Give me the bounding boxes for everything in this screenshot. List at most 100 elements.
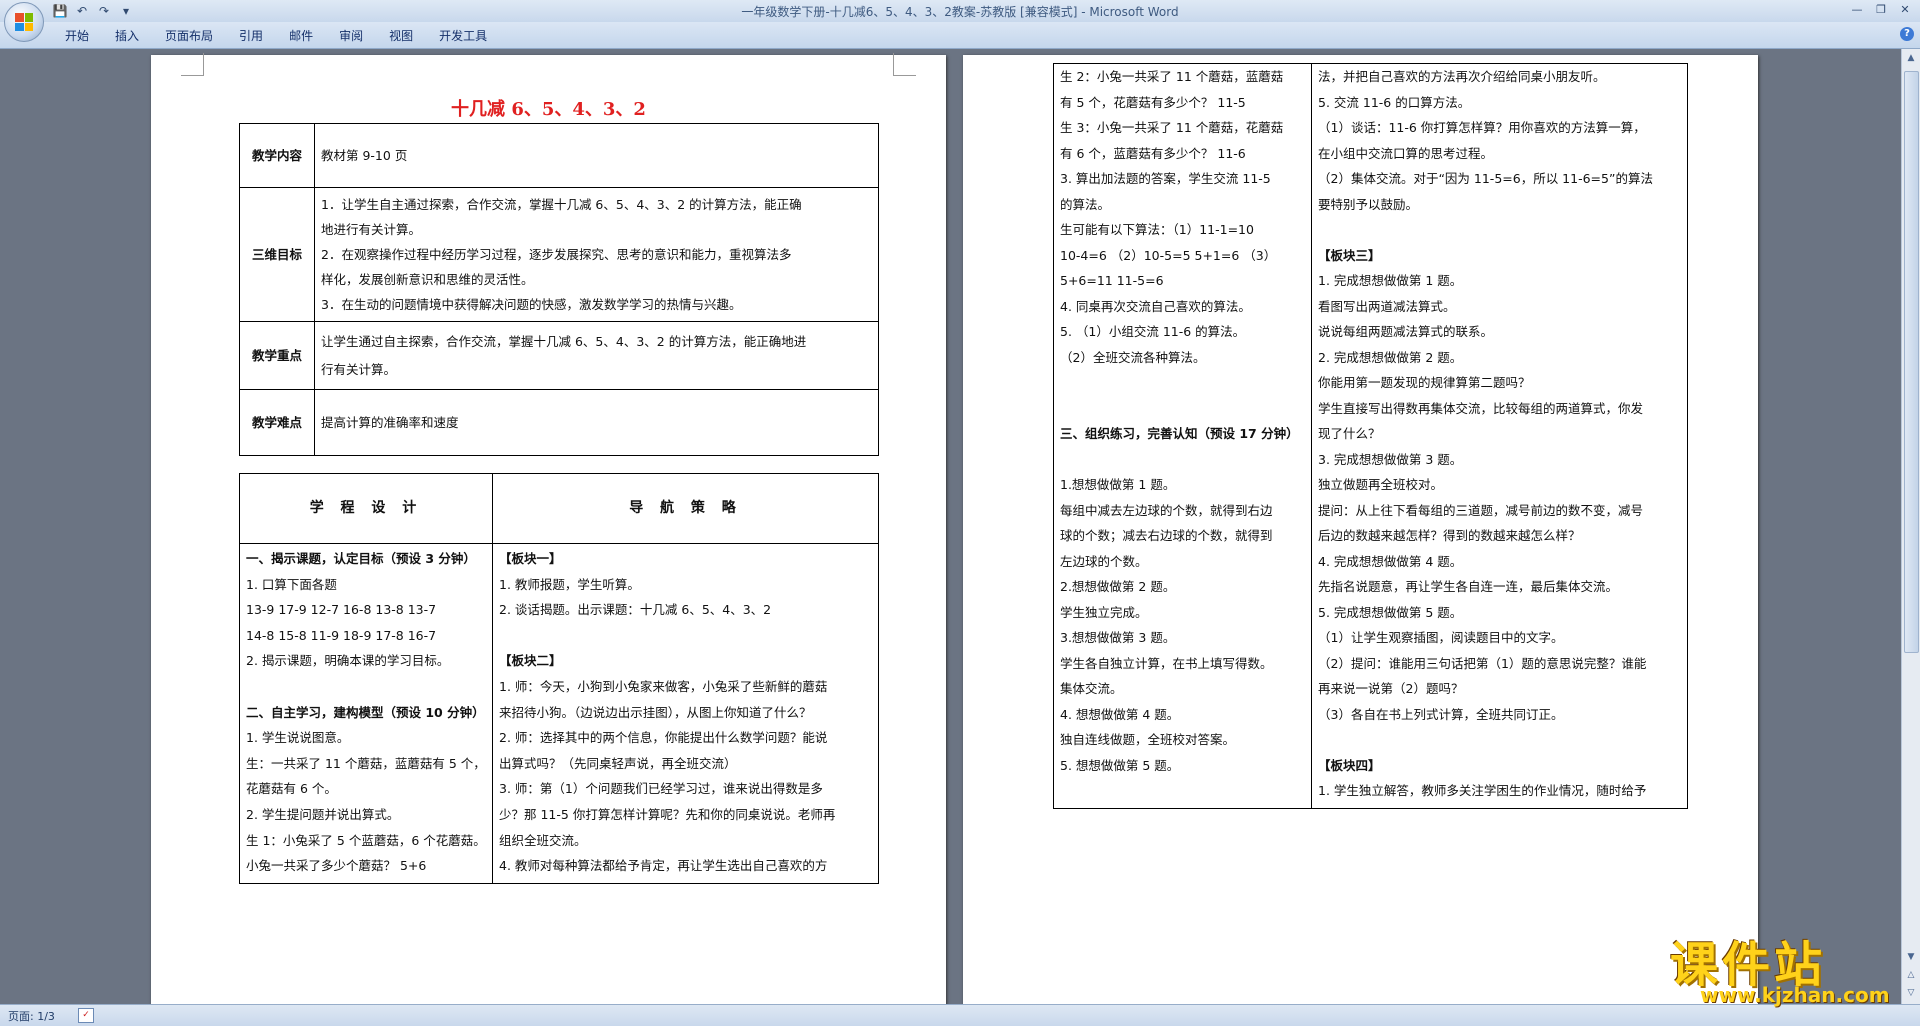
text-line: 1. 学生独立解答，教师多关注学困生的作业情况，随时给予	[1318, 783, 1647, 798]
info-row: 三维目标 1．让学生自主通过探索，合作交流，掌握十几减 6、5、4、3、2 的计算…	[239, 187, 879, 322]
document-title[interactable]: 十几减 6、5、4、3、2	[151, 95, 946, 121]
text-line: 5. 交流 11-6 的口算方法。	[1318, 94, 1471, 110]
ribbon-tab[interactable]: 审阅	[326, 28, 376, 44]
ribbon-tab[interactable]: 页面布局	[152, 28, 226, 44]
scroll-thumb[interactable]	[1904, 71, 1919, 653]
text-line: 2. 完成想想做做第 2 题。	[1318, 349, 1463, 365]
text-line: 【板块二】	[499, 653, 562, 669]
proofing-icon[interactable]: ✓	[78, 1008, 94, 1023]
previous-page-icon[interactable]: △	[1904, 968, 1918, 982]
text-line: 让学生通过自主探索，合作交流，掌握十几减 6、5、4、3、2 的计算方法，能正确…	[321, 333, 807, 349]
minimize-icon[interactable]: —	[1846, 2, 1868, 18]
text-line: 独自连线做题，全班校对答案。	[1060, 732, 1236, 747]
text-line: （2）集体交流。对于“因为 11-5=6，所以 11-6=5”的算法	[1318, 171, 1653, 186]
text-line: 3. 算出加法题的答案，学生交流 11-5	[1060, 171, 1271, 186]
text-line: 一、揭示课题，认定目标（预设 3 分钟）	[246, 551, 476, 566]
text-line: 1. 师：今天，小狗到小兔家来做客，小兔采了些新鲜的蘑菇	[499, 678, 828, 694]
text-line	[499, 623, 872, 649]
info-row-label[interactable]: 三维目标	[239, 187, 315, 322]
text-line: （2）提问：谁能用三句话把第（1）题的意思说完整？谁能	[1318, 655, 1647, 671]
info-row-label[interactable]: 教学重点	[239, 321, 315, 390]
maximize-icon[interactable]: ❐	[1870, 2, 1892, 18]
text-line	[246, 674, 486, 700]
status-bar: 页面: 1/3 ✓	[0, 1004, 1920, 1026]
text-line: （3）各自在书上列式计算，全班共同订正。	[1318, 706, 1564, 722]
col-head-design: 学 程 设 计	[239, 473, 493, 544]
text-line: 学生独立完成。	[1060, 604, 1148, 620]
scroll-up-icon[interactable]: ▲	[1904, 51, 1918, 65]
info-row-content[interactable]: 1．让学生自主通过探索，合作交流，掌握十几减 6、5、4、3、2 的计算方法，能…	[314, 187, 879, 322]
text-line: 4. 完成想想做做第 4 题。	[1318, 553, 1463, 569]
text-line: 现了什么？	[1318, 426, 1381, 441]
text-line: 【板块三】	[1318, 247, 1381, 263]
text-line: 5. 想想做做第 5 题。	[1060, 757, 1180, 773]
text-line: 独立做题再全班校对。	[1318, 477, 1444, 492]
crop-mark	[181, 53, 204, 76]
text-line: 【板块一】	[499, 551, 562, 566]
text-line: 2. 揭示课题，明确本课的学习目标。	[246, 653, 450, 669]
info-row-content[interactable]: 让学生通过自主探索，合作交流，掌握十几减 6、5、4、3、2 的计算方法，能正确…	[314, 321, 879, 390]
text-line: 1. 完成想想做做第 1 题。	[1318, 273, 1463, 288]
ribbon-tab[interactable]: 插入	[102, 28, 152, 44]
text-line: 1. 学生说说图意。	[246, 730, 350, 746]
text-line: 集体交流。	[1060, 681, 1123, 696]
ribbon-tabs: 开始 插入 页面布局 引用 邮件 审阅 视图 开发工具	[52, 28, 500, 44]
text-line: 提问：从上往下看每组的三道题，减号前边的数不变，减号	[1318, 502, 1644, 518]
scroll-down-icon[interactable]: ▼	[1904, 950, 1918, 964]
text-line	[1060, 396, 1305, 422]
text-line	[1318, 217, 1681, 243]
continued-table: 生 2：小兔一共采了 11 个蘑菇，蓝蘑菇有 5 个，花蘑菇有多少个？ 11-5…	[1053, 63, 1688, 809]
text-line: 3.想想做做第 3 题。	[1060, 630, 1176, 645]
text-line: 3. 师：第（1）个问题我们已经学习过，谁来说出得数是多	[499, 781, 823, 797]
page-counter[interactable]: 页面: 1/3	[8, 1008, 55, 1024]
text-line: 学生直接写出得数再集体交流，比较每组的两道算式，你发	[1318, 400, 1644, 416]
vertical-scrollbar[interactable]: ▲ ▼ △ ▽	[1901, 49, 1920, 1004]
text-line: 【板块四】	[1318, 757, 1381, 773]
text-line: 2. 师：选择其中的两个信息，你能提出什么数学问题？能说	[499, 730, 828, 746]
next-page-icon[interactable]: ▽	[1904, 986, 1918, 1000]
office-button[interactable]	[4, 2, 44, 42]
text-line: 地进行有关计算。	[321, 222, 422, 237]
text-line: 生：一共采了 11 个蘑菇，蓝蘑菇有 5 个，	[246, 755, 486, 771]
text-line: 4. 想想做做第 4 题。	[1060, 706, 1180, 722]
design-left-cell[interactable]: 一、揭示课题，认定目标（预设 3 分钟） 1. 口算下面各题 13-9 17-9 1…	[239, 543, 493, 884]
ribbon-tab[interactable]: 开发工具	[426, 28, 500, 44]
text-line: 组织全班交流。	[499, 832, 587, 848]
text-line: 2.想想做做第 2 题。	[1060, 579, 1176, 594]
ribbon-tab[interactable]: 引用	[226, 28, 276, 44]
continued-left-cell[interactable]: 生 2：小兔一共采了 11 个蘑菇，蓝蘑菇有 5 个，花蘑菇有多少个？ 11-5…	[1053, 63, 1312, 809]
logo-url: www.kjzhan.com	[1700, 983, 1890, 1007]
info-row-label[interactable]: 教学内容	[239, 123, 315, 188]
text-line: 3. 完成想想做做第 3 题。	[1318, 451, 1463, 467]
text-line: 左边球的个数。	[1060, 553, 1148, 569]
text-line: 1.想想做做第 1 题。	[1060, 477, 1176, 492]
ribbon-tab[interactable]: 邮件	[276, 28, 326, 44]
help-icon[interactable]: ?	[1900, 27, 1914, 41]
text-line: 14-8 15-8 11-9 18-9 17-8 16-7	[246, 627, 437, 643]
text-line: 5+6=11 11-5=6	[1060, 273, 1164, 288]
text-line: 5. （1）小组交流 11-6 的算法。	[1060, 324, 1246, 339]
text-line: 10-4=6 （2）10-5=5 5+1=6 （3）	[1060, 247, 1277, 263]
close-icon[interactable]: ✕	[1894, 2, 1916, 18]
design-right-cell[interactable]: 【板块一】 1. 教师报题，学生听算。 2. 谈话揭题。出示课题：十几减 6、5、4…	[492, 543, 879, 884]
text-line	[1318, 727, 1681, 753]
text-line: 法，并把自己喜欢的方法再次介绍给同桌小朋友听。	[1318, 69, 1606, 84]
text-line: 有 5 个，花蘑菇有多少个？ 11-5	[1060, 94, 1246, 110]
info-row-content[interactable]: 教材第 9-10 页	[314, 123, 879, 188]
text-line: 花蘑菇有 6 个。	[246, 781, 337, 797]
info-row-label[interactable]: 教学难点	[239, 389, 315, 456]
text-line: 有 6 个，蓝蘑菇有多少个？ 11-6	[1060, 145, 1246, 161]
col-head-strategy: 导 航 策 略	[492, 473, 879, 544]
info-row-content[interactable]: 提高计算的准确率和速度	[314, 389, 879, 456]
text-line: 13-9 17-9 12-7 16-8 13-8 13-7	[246, 602, 437, 618]
ribbon-tab[interactable]: 视图	[376, 28, 426, 44]
text-line: 2. 学生提问题并说出算式。	[246, 806, 400, 822]
ribbon-tab[interactable]: 开始	[52, 28, 102, 44]
text-line: （1）让学生观察插图，阅读题目中的文字。	[1318, 630, 1564, 645]
text-line: 样化，发展创新意识和思维的灵活性。	[321, 272, 534, 287]
continued-right-cell[interactable]: 法，并把自己喜欢的方法再次介绍给同桌小朋友听。 5. 交流 11-6 的口算方法。…	[1311, 63, 1688, 809]
text-line: 每组中减去左边球的个数，就得到右边	[1060, 502, 1273, 518]
office-logo-icon	[15, 13, 33, 31]
crop-mark	[893, 53, 916, 76]
info-row: 教学难点 提高计算的准确率和速度	[239, 389, 879, 456]
